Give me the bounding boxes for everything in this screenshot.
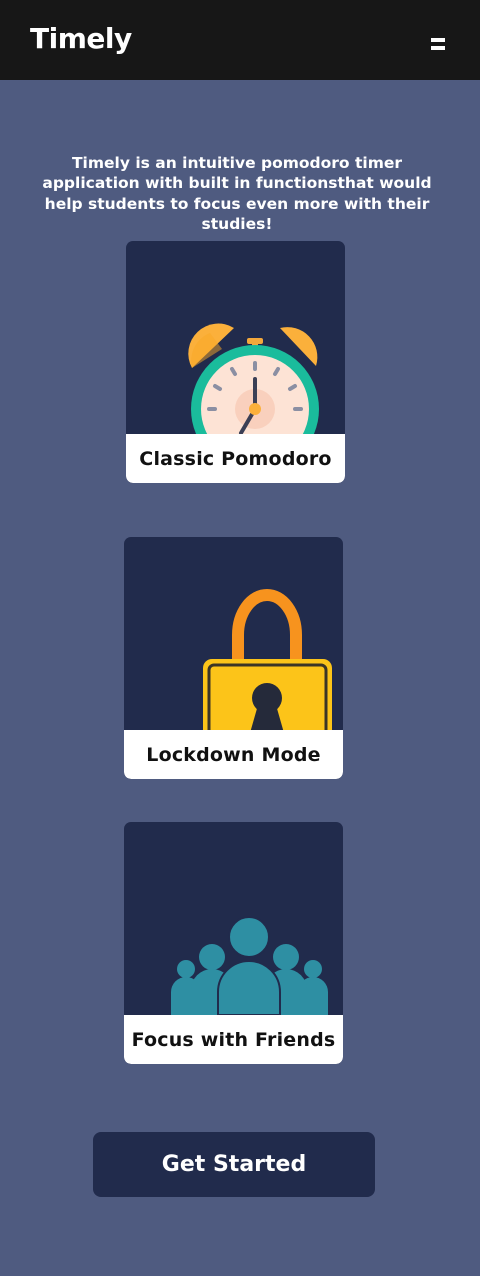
group-people-icon (171, 916, 328, 1015)
intro-description: Timely is an intuitive pomodoro timer ap… (42, 153, 432, 234)
alarm-clock-icon (188, 323, 319, 434)
focus-with-friends-label: Focus with Friends (124, 1015, 343, 1064)
top-navigation-bar: Timely (0, 0, 480, 80)
lockdown-mode-card[interactable]: Lockdown Mode (124, 537, 343, 779)
get-started-button[interactable]: Get Started (93, 1132, 375, 1197)
padlock-icon (203, 589, 332, 730)
lockdown-mode-label: Lockdown Mode (124, 730, 343, 779)
focus-with-friends-card[interactable]: Focus with Friends (124, 822, 343, 1064)
app-title[interactable]: Timely (30, 22, 132, 55)
hamburger-menu-icon[interactable] (426, 34, 450, 54)
classic-pomodoro-label: Classic Pomodoro (126, 434, 345, 483)
classic-pomodoro-card[interactable]: Classic Pomodoro (126, 241, 345, 483)
